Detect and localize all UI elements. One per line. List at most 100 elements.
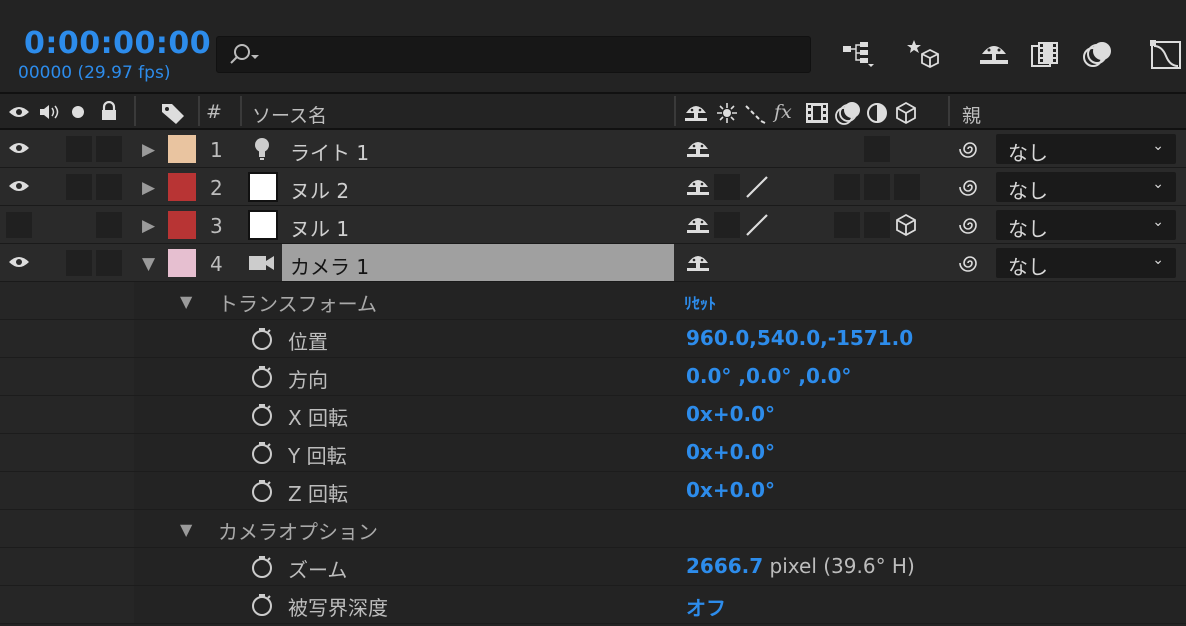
audio-icon[interactable] [38,103,60,121]
solo-switch[interactable] [66,250,92,276]
quality-slash-icon[interactable] [744,212,770,238]
property-name: Y 回転 [288,444,347,468]
pickwhip-icon[interactable] [958,214,982,236]
label-color-swatch[interactable] [168,135,196,163]
lock-switch[interactable] [96,250,122,276]
property-value[interactable]: 0x+0.0° [686,440,775,464]
camera-options-toggle[interactable]: ▼ [180,520,192,539]
3d-layer-switch[interactable] [894,174,920,200]
layer-row[interactable]: ▶ 1 ライト 1 なし ⌄ [0,130,1186,168]
header-source-name[interactable]: ソース名 [252,101,327,128]
reset-link[interactable]: ﾘｾｯﾄ [684,290,716,314]
stopwatch-icon[interactable] [250,593,274,617]
pickwhip-icon[interactable] [958,138,982,160]
layer-name[interactable]: カメラ 1 [290,251,369,280]
pickwhip-icon[interactable] [958,252,982,274]
zoom-number[interactable]: 2666.7 [686,554,763,578]
property-value[interactable]: 0x+0.0° [686,402,775,426]
graph-editor-icon[interactable] [1148,36,1184,72]
lock-icon[interactable] [100,101,118,121]
label-color-swatch[interactable] [168,173,196,201]
video-eye-icon[interactable] [8,178,30,194]
composition-flowchart-icon[interactable] [840,36,876,72]
layer-name-cell[interactable]: ヌル 1 [282,206,674,243]
layer-row[interactable]: ▶ 3 ヌル 1 なし ⌄ [0,206,1186,244]
pickwhip-icon[interactable] [958,176,982,198]
stopwatch-icon[interactable] [250,441,274,465]
layer-name[interactable]: ヌル 2 [290,175,349,204]
header-parent[interactable]: 親 [962,101,981,128]
video-switch[interactable] [6,212,32,238]
parent-dropdown[interactable]: なし ⌄ [996,172,1176,203]
lock-switch[interactable] [96,212,122,238]
zoom-value[interactable]: 2666.7 pixel (39.6° H) [686,554,915,578]
adjustment-layer-icon[interactable] [866,102,888,124]
current-time[interactable]: 0:00:00:00 [24,26,211,61]
parent-dropdown[interactable]: なし ⌄ [996,210,1176,241]
adjustment-switch[interactable] [864,136,890,162]
stopwatch-icon[interactable] [250,555,274,579]
draft-3d-icon[interactable] [906,36,942,72]
label-tag-icon[interactable] [160,102,186,124]
collapse-switch-icon[interactable] [716,102,738,124]
motion-blur-switch-icon[interactable] [834,100,862,126]
parent-dropdown[interactable]: なし ⌄ [996,248,1176,279]
collapse-toggle[interactable]: ▼ [142,254,155,274]
shy-switch-icon[interactable] [684,102,708,124]
property-value[interactable]: 960.0,540.0,-1571.0 [686,326,913,350]
adjustment-switch[interactable] [864,174,890,200]
expand-toggle[interactable]: ▶ [142,140,155,160]
stopwatch-icon[interactable] [250,365,274,389]
parent-dropdown[interactable]: なし ⌄ [996,134,1176,165]
lock-switch[interactable] [96,174,122,200]
property-name: 位置 [288,330,328,354]
3d-cube-icon[interactable] [894,213,918,237]
expand-toggle[interactable]: ▶ [142,178,155,198]
property-value[interactable]: オフ [686,592,726,621]
label-color-swatch[interactable] [168,249,196,277]
video-eye-icon[interactable] [8,140,30,156]
shy-layers-icon[interactable] [976,36,1012,72]
layer-name[interactable]: ヌル 1 [290,213,349,242]
header-fx[interactable]: fx [774,101,792,123]
layer-name-cell[interactable]: ライト 1 [282,130,674,167]
solo-switch[interactable] [66,136,92,162]
stopwatch-icon[interactable] [250,327,274,351]
layer-name[interactable]: ライト 1 [290,137,369,166]
property-group-camera-options[interactable]: ▼ カメラオプション [0,510,1186,548]
transform-toggle[interactable]: ▼ [180,292,192,311]
frame-blending-icon[interactable] [1028,36,1064,72]
motion-blur-switch[interactable] [834,212,860,238]
frame-blend-switch-icon[interactable] [804,101,830,125]
collapse-switch[interactable] [714,174,740,200]
lock-switch[interactable] [96,136,122,162]
quality-slash-icon[interactable] [744,174,770,200]
3d-layer-icon[interactable] [894,101,918,125]
property-value[interactable]: 0.0° ,0.0° ,0.0° [686,364,851,388]
motion-blur-switch[interactable] [834,174,860,200]
timeline-column-header: # ソース名 fx 親 [0,92,1186,130]
shy-switch-icon[interactable] [686,252,710,274]
layer-row[interactable]: ▶ 2 ヌル 2 なし ⌄ [0,168,1186,206]
quality-switch-icon[interactable] [744,102,768,124]
shy-switch-icon[interactable] [686,214,710,236]
av-video-icon[interactable] [8,104,30,120]
layer-name-cell[interactable]: カメラ 1 [282,244,674,281]
layer-row-selected[interactable]: ▼ 4 カメラ 1 なし ⌄ [0,244,1186,282]
label-color-swatch[interactable] [168,211,196,239]
stopwatch-icon[interactable] [250,479,274,503]
expand-toggle[interactable]: ▶ [142,216,155,236]
shy-switch-icon[interactable] [686,176,710,198]
solo-icon[interactable] [70,104,86,120]
stopwatch-icon[interactable] [250,403,274,427]
shy-switch-icon[interactable] [686,138,710,160]
video-eye-icon[interactable] [8,254,30,270]
property-group-transform[interactable]: ▼ トランスフォーム ﾘｾｯﾄ [0,282,1186,320]
collapse-switch[interactable] [714,212,740,238]
search-input[interactable] [216,36,811,73]
solo-switch[interactable] [66,174,92,200]
layer-name-cell[interactable]: ヌル 2 [282,168,674,205]
property-value[interactable]: 0x+0.0° [686,478,775,502]
motion-blur-icon[interactable] [1080,36,1116,72]
adjustment-switch[interactable] [864,212,890,238]
